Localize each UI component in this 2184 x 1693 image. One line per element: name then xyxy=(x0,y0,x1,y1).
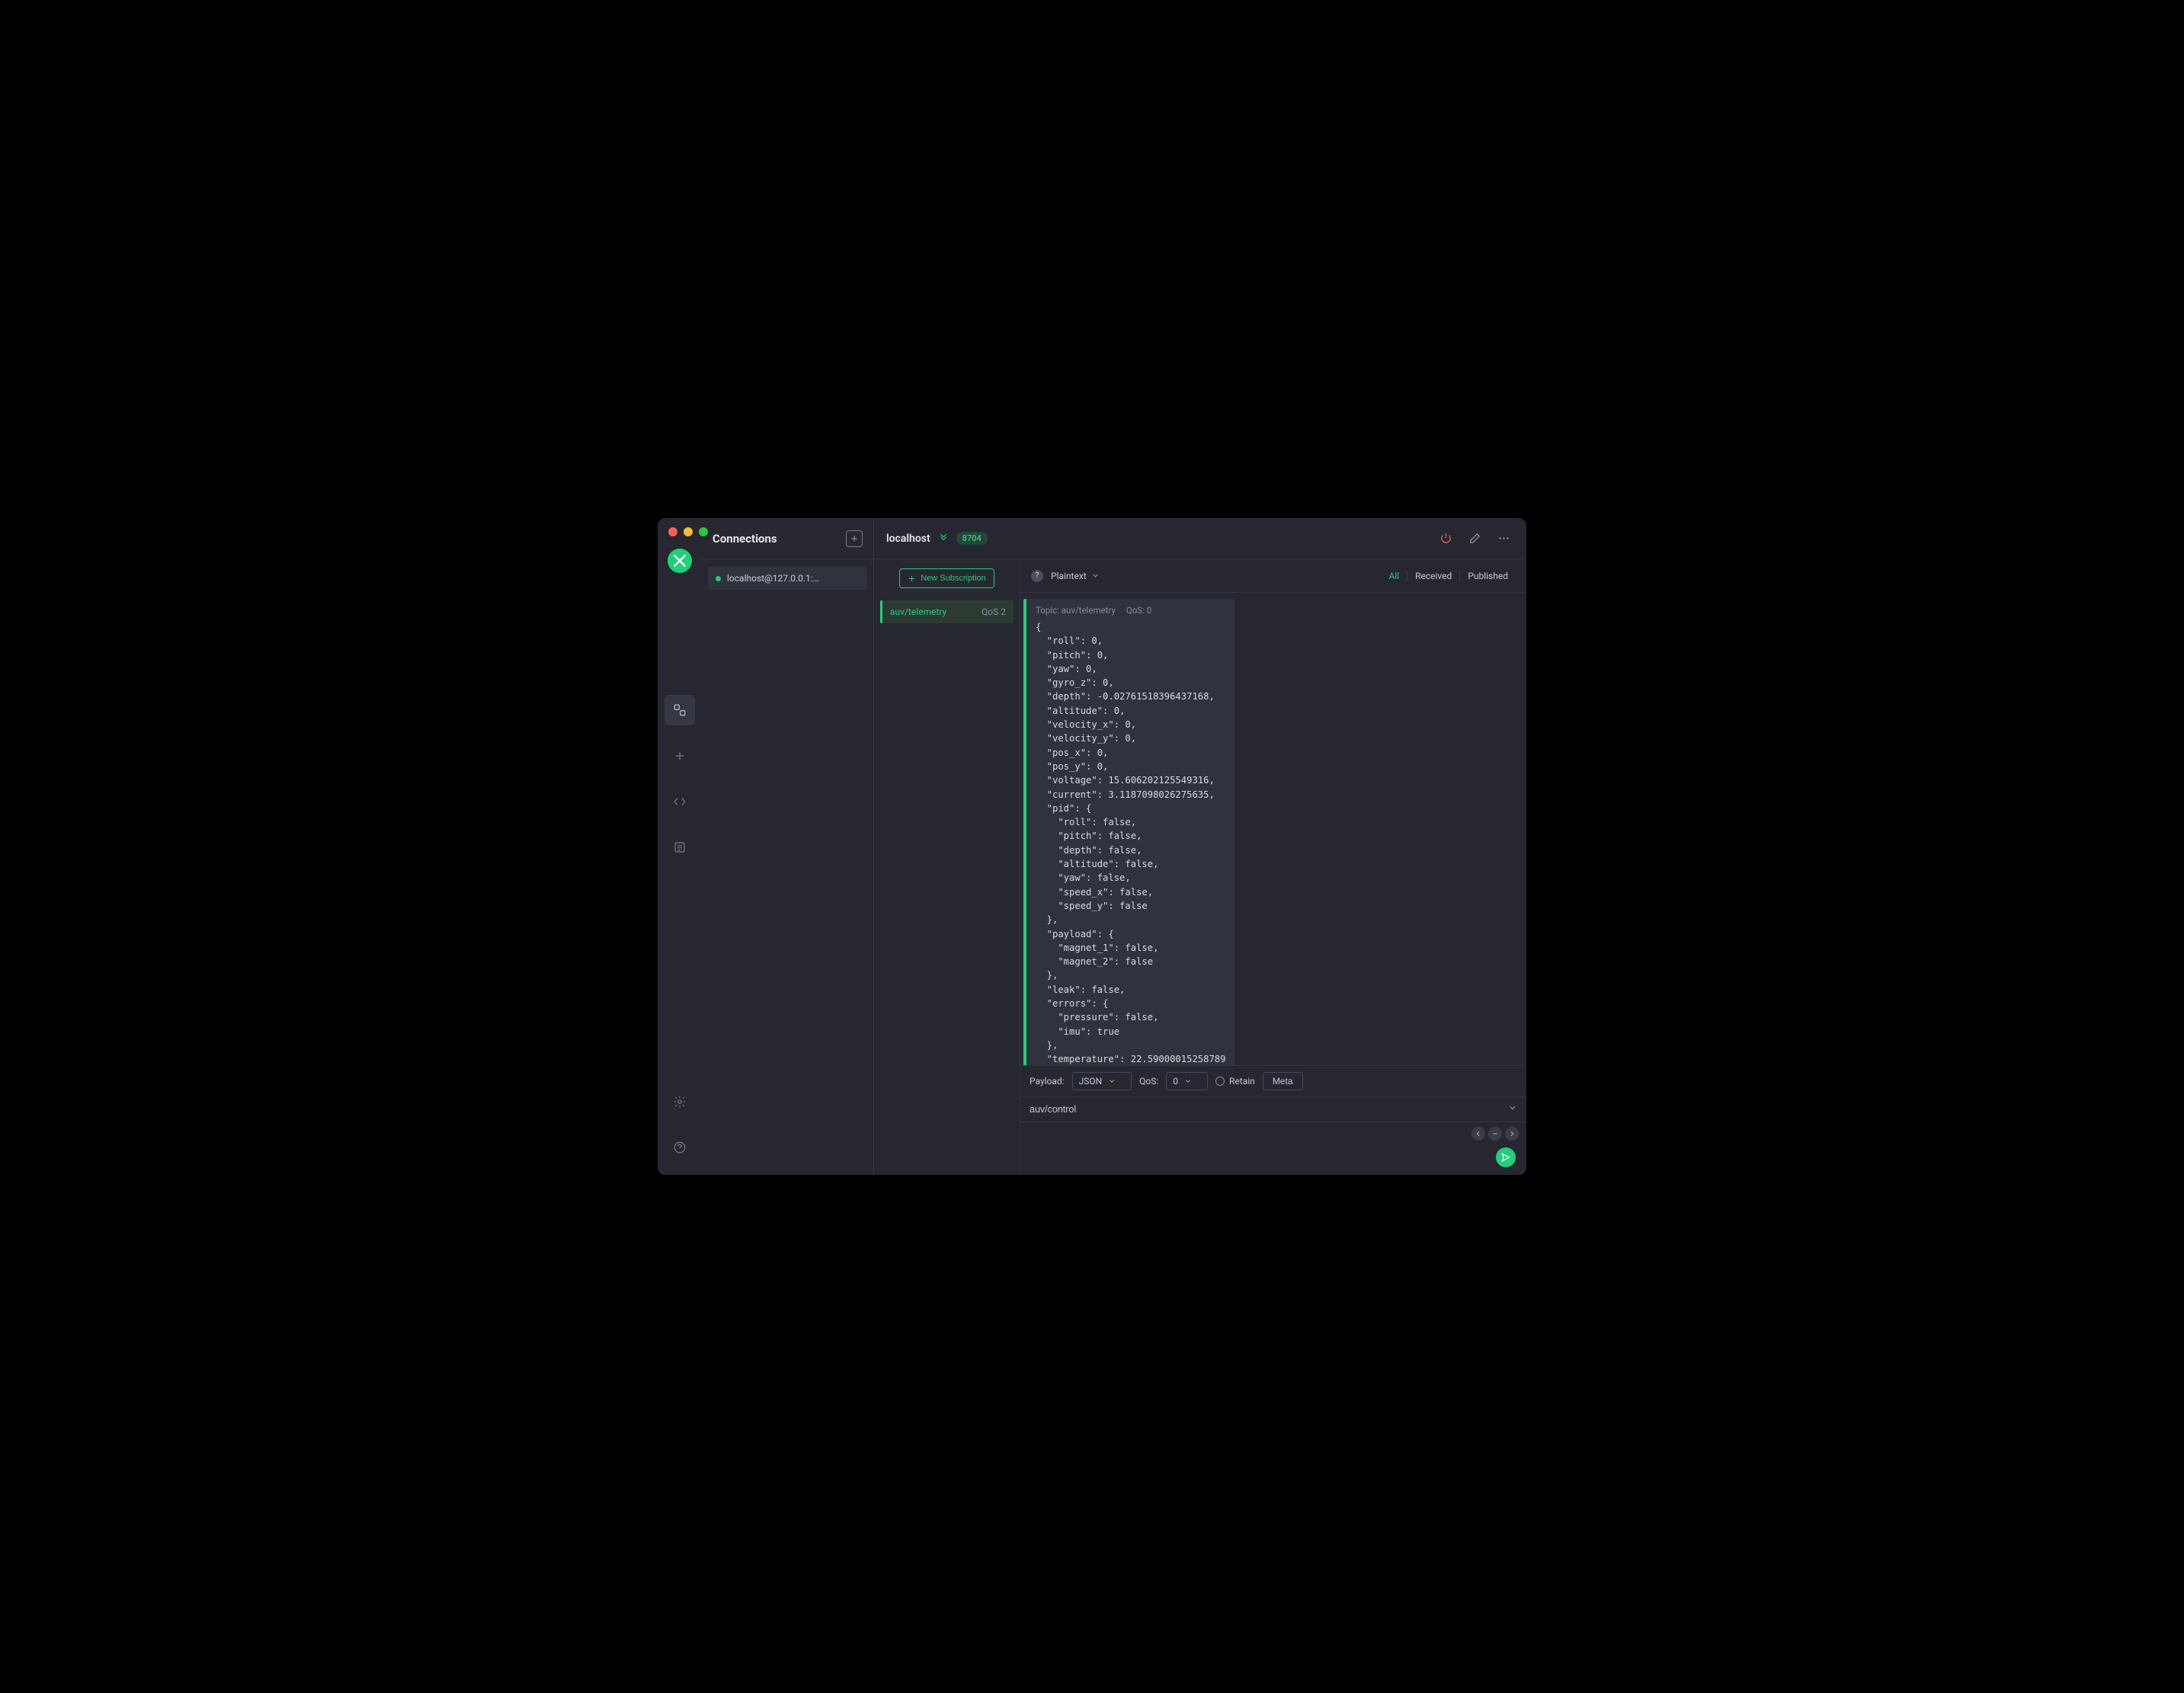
connection-header: localhost 8704 xyxy=(874,518,1526,559)
qos-label: QoS: xyxy=(1139,1076,1158,1087)
publish-topic-input[interactable] xyxy=(1030,1104,1508,1115)
more-button[interactable] xyxy=(1493,528,1514,549)
filter-published[interactable]: Published xyxy=(1460,568,1516,584)
history-prev-button[interactable] xyxy=(1471,1127,1485,1141)
nav-new[interactable] xyxy=(664,741,695,771)
connections-panel: Connections localhost@127.0.0.1:… xyxy=(702,518,874,1175)
app-logo xyxy=(668,549,692,573)
message-item: Topic: auv/telemetry QoS: 0 { "roll": 0,… xyxy=(1023,599,1235,1065)
nav-settings[interactable] xyxy=(664,1087,695,1117)
connection-item[interactable]: localhost@127.0.0.1:… xyxy=(708,567,867,590)
history-next-button[interactable] xyxy=(1505,1127,1519,1141)
send-button[interactable] xyxy=(1496,1147,1516,1167)
status-dot-icon xyxy=(716,576,721,581)
nav-help[interactable] xyxy=(664,1132,695,1163)
subscriptions-panel: New Subscription auv/telemetry QoS 2 xyxy=(874,559,1020,1175)
subscription-item[interactable]: auv/telemetry QoS 2 xyxy=(880,600,1014,623)
history-clear-button[interactable] xyxy=(1488,1127,1502,1141)
maximize-window-button[interactable] xyxy=(699,527,708,536)
chevron-down-icon[interactable] xyxy=(938,532,949,546)
nav-connections[interactable] xyxy=(664,695,695,725)
nav-log[interactable] xyxy=(664,832,695,863)
chevron-down-icon[interactable] xyxy=(1508,1103,1517,1115)
payload-label: Payload: xyxy=(1030,1076,1065,1087)
help-icon[interactable]: ? xyxy=(1031,570,1043,582)
new-subscription-label: New Subscription xyxy=(921,574,986,583)
meta-button[interactable]: Meta xyxy=(1263,1072,1303,1090)
connections-title: Connections xyxy=(713,532,777,546)
disconnect-button[interactable] xyxy=(1435,528,1456,549)
qos-select[interactable]: 0 xyxy=(1166,1072,1208,1090)
publisher-panel: Payload: JSON QoS: 0 xyxy=(1020,1065,1526,1175)
filter-all[interactable]: All xyxy=(1381,568,1407,584)
connection-badge: 8704 xyxy=(956,532,988,545)
chevron-down-icon xyxy=(1089,571,1100,581)
subscription-topic: auv/telemetry xyxy=(890,606,946,617)
edit-button[interactable] xyxy=(1464,528,1485,549)
add-connection-button[interactable] xyxy=(846,530,863,547)
payload-format-select[interactable]: JSON xyxy=(1072,1072,1132,1090)
nav-rail xyxy=(658,518,702,1175)
close-window-button[interactable] xyxy=(668,527,677,536)
radio-icon xyxy=(1215,1077,1225,1086)
subscription-qos: QoS 2 xyxy=(982,606,1006,617)
messages-panel: ? Plaintext All Received xyxy=(1020,559,1526,1175)
messages-toolbar: ? Plaintext All Received xyxy=(1020,559,1526,593)
window-controls xyxy=(668,527,708,536)
message-filter-tabs: All Received Published xyxy=(1381,568,1516,584)
message-payload: { "roll": 0, "pitch": 0, "yaw": 0, "gyro… xyxy=(1036,620,1225,1065)
message-qos: QoS: 0 xyxy=(1126,605,1151,616)
nav-scripts[interactable] xyxy=(664,786,695,817)
connection-name: localhost xyxy=(886,533,930,545)
connection-label: localhost@127.0.0.1:… xyxy=(727,573,819,584)
new-subscription-button[interactable]: New Subscription xyxy=(899,568,994,588)
retain-toggle[interactable]: Retain xyxy=(1215,1076,1255,1087)
main-panel: localhost 8704 xyxy=(874,518,1526,1175)
app-window: Connections localhost@127.0.0.1:… localh… xyxy=(658,518,1526,1175)
publish-body-input[interactable] xyxy=(1020,1122,1526,1175)
format-select[interactable]: Plaintext xyxy=(1051,571,1100,581)
filter-received[interactable]: Received xyxy=(1407,568,1459,584)
message-topic: Topic: auv/telemetry xyxy=(1036,605,1116,616)
messages-list[interactable]: Topic: auv/telemetry QoS: 0 { "roll": 0,… xyxy=(1020,593,1526,1065)
minimize-window-button[interactable] xyxy=(684,527,693,536)
